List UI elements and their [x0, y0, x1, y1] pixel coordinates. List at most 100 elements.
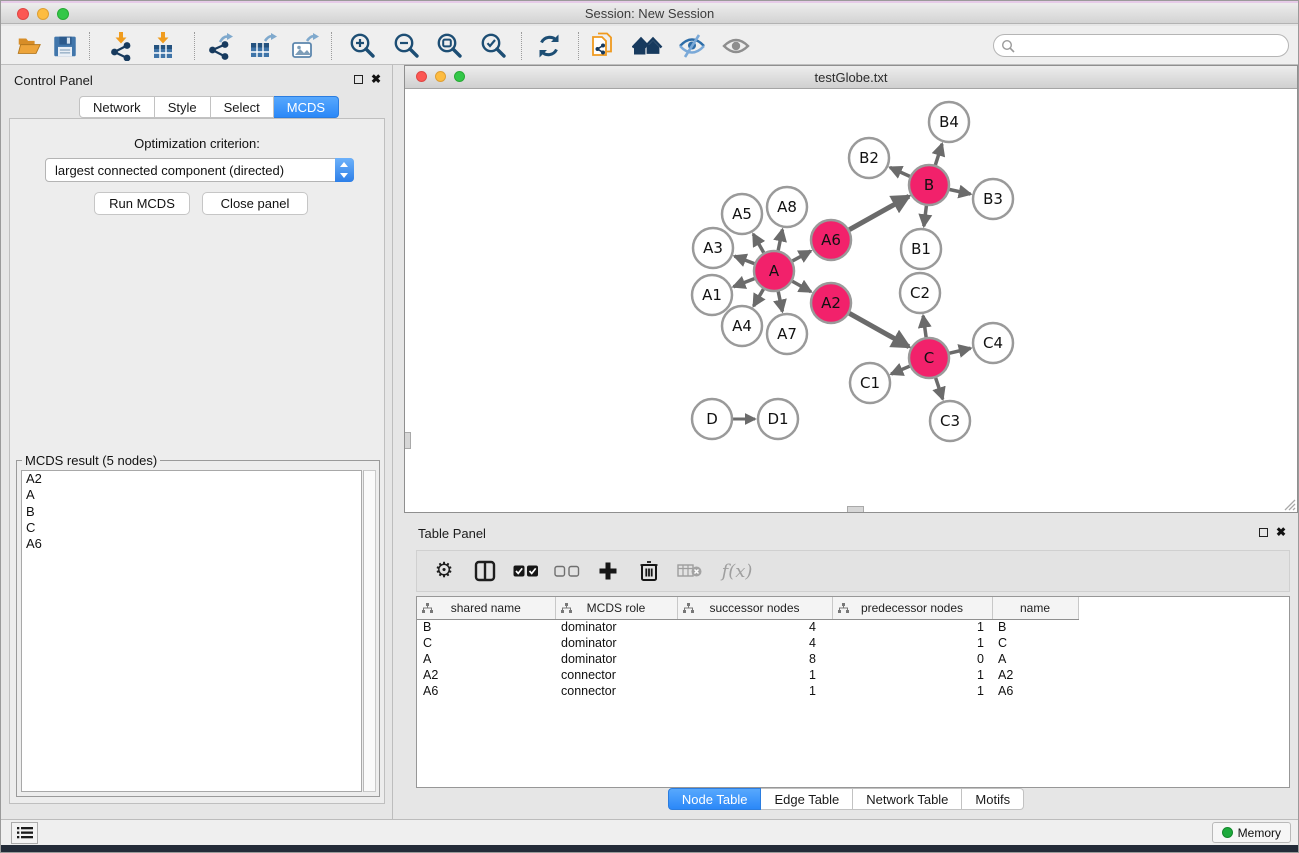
resize-grip-icon[interactable] — [1283, 498, 1296, 511]
graph-edge-A-A2[interactable] — [792, 281, 811, 291]
tab-edge-table[interactable]: Edge Table — [761, 788, 853, 810]
column-header-shared-name[interactable]: shared name — [417, 597, 555, 619]
export-image-icon[interactable] — [287, 29, 321, 63]
zoom-selected-icon[interactable] — [476, 29, 510, 63]
graph-node-B3[interactable]: B3 — [973, 179, 1013, 219]
cell-name[interactable]: A2 — [992, 667, 1078, 683]
table-row[interactable]: Bdominator41B — [417, 619, 1090, 635]
cell-shared-name[interactable]: A2 — [417, 667, 555, 683]
graph-node-C2[interactable]: C2 — [900, 273, 940, 313]
graph-node-C[interactable]: C — [909, 338, 949, 378]
cell-shared-name[interactable]: A — [417, 651, 555, 667]
graph-node-C3[interactable]: C3 — [930, 401, 970, 441]
cell-predecessor-nodes[interactable]: 1 — [832, 619, 992, 635]
graph-node-A4[interactable]: A4 — [722, 306, 762, 346]
mcds-result-item[interactable]: A2 — [22, 471, 361, 487]
graph-node-A6[interactable]: A6 — [811, 220, 851, 260]
save-session-icon[interactable] — [48, 29, 82, 63]
delete-column-icon[interactable] — [636, 558, 662, 584]
graph-node-A5[interactable]: A5 — [722, 194, 762, 234]
graph-edge-A-A5[interactable] — [753, 234, 763, 253]
mcds-result-item[interactable]: A — [22, 487, 361, 503]
cell-shared-name[interactable]: C — [417, 635, 555, 651]
zoom-fit-icon[interactable] — [432, 29, 466, 63]
graph-edge-A-A3[interactable] — [735, 256, 755, 263]
zoom-in-icon[interactable] — [345, 29, 379, 63]
tab-select[interactable]: Select — [211, 96, 274, 118]
task-history-button[interactable] — [11, 822, 38, 844]
graph-edge-B-B4[interactable] — [935, 144, 942, 165]
float-table-panel-icon[interactable] — [1259, 528, 1268, 537]
graph-node-B2[interactable]: B2 — [849, 138, 889, 178]
mcds-result-list[interactable]: A2ABCA6 — [21, 470, 362, 792]
graph-edge-A-A1[interactable] — [733, 279, 754, 287]
zoom-out-icon[interactable] — [389, 29, 423, 63]
column-selector-icon[interactable] — [472, 558, 498, 584]
select-all-columns-icon[interactable] — [513, 558, 539, 584]
graph-node-A8[interactable]: A8 — [767, 187, 807, 227]
graph-edge-C-C3[interactable] — [936, 378, 943, 399]
table-row[interactable]: A2connector11A2 — [417, 667, 1090, 683]
add-column-icon[interactable] — [595, 558, 621, 584]
graph-node-D[interactable]: D — [692, 399, 732, 439]
close-panel-icon[interactable]: ✖ — [371, 71, 381, 87]
graph-node-A1[interactable]: A1 — [692, 275, 732, 315]
tab-style[interactable]: Style — [155, 96, 211, 118]
column-header-predecessor-nodes[interactable]: predecessor nodes — [832, 597, 992, 619]
cell-predecessor-nodes[interactable]: 1 — [832, 667, 992, 683]
graph-edge-C-C4[interactable] — [949, 348, 970, 353]
cell-shared-name[interactable]: A6 — [417, 683, 555, 699]
graph-edge-C-C2[interactable] — [923, 316, 926, 337]
graph-edge-C-C1[interactable] — [891, 366, 909, 374]
graph-edge-B-B3[interactable] — [950, 189, 971, 194]
float-panel-icon[interactable] — [354, 75, 363, 84]
mcds-result-item[interactable]: C — [22, 520, 361, 536]
cell-MCDS-role[interactable]: dominator — [555, 619, 677, 635]
import-network-icon[interactable] — [104, 29, 138, 63]
settings-gear-icon[interactable]: ⚙ — [431, 558, 457, 584]
tab-mcds[interactable]: MCDS — [274, 96, 339, 118]
export-network-icon[interactable] — [202, 29, 236, 63]
mcds-result-scrollbar[interactable] — [363, 470, 376, 792]
tab-motifs[interactable]: Motifs — [962, 788, 1024, 810]
tab-node-table[interactable]: Node Table — [668, 788, 762, 810]
graph-node-D1[interactable]: D1 — [758, 399, 798, 439]
cell-successor-nodes[interactable]: 8 — [677, 651, 832, 667]
graph-node-C1[interactable]: C1 — [850, 363, 890, 403]
graph-node-A2[interactable]: A2 — [811, 283, 851, 323]
search-input[interactable] — [1018, 36, 1282, 55]
cell-predecessor-nodes[interactable]: 1 — [832, 683, 992, 699]
show-hide-graphics-icon[interactable] — [675, 29, 709, 63]
optimization-criterion-dropdown[interactable]: largest connected component (directed) — [45, 158, 354, 182]
cell-shared-name[interactable]: B — [417, 619, 555, 635]
table-row[interactable]: Adominator80A — [417, 651, 1090, 667]
graph-node-A7[interactable]: A7 — [767, 314, 807, 354]
cell-name[interactable]: B — [992, 619, 1078, 635]
column-header-MCDS-role[interactable]: MCDS role — [555, 597, 677, 619]
cell-name[interactable]: A6 — [992, 683, 1078, 699]
import-table-icon[interactable] — [146, 29, 180, 63]
graph-edge-B-B1[interactable] — [924, 206, 927, 226]
table-row[interactable]: Cdominator41C — [417, 635, 1090, 651]
run-mcds-button[interactable]: Run MCDS — [94, 192, 190, 215]
mcds-result-item[interactable]: A6 — [22, 536, 361, 552]
close-panel-button[interactable]: Close panel — [202, 192, 308, 215]
close-table-panel-icon[interactable]: ✖ — [1276, 524, 1286, 540]
cell-MCDS-role[interactable]: connector — [555, 683, 677, 699]
mcds-result-item[interactable]: B — [22, 504, 361, 520]
graph-node-A[interactable]: A — [754, 251, 794, 291]
graph-node-B4[interactable]: B4 — [929, 102, 969, 142]
cell-successor-nodes[interactable]: 4 — [677, 635, 832, 651]
column-header-name[interactable]: name — [992, 597, 1078, 619]
cell-MCDS-role[interactable]: dominator — [555, 651, 677, 667]
splitter-handle-left[interactable] — [405, 432, 411, 449]
tab-network-table[interactable]: Network Table — [853, 788, 962, 810]
graph-node-C4[interactable]: C4 — [973, 323, 1013, 363]
first-neighbors-icon[interactable] — [631, 29, 665, 63]
network-graph[interactable]: B4B2BB3A8A5A6A3B1AC2A1A2A4A7C4CC1C3DD1 — [405, 89, 1297, 512]
deselect-all-columns-icon[interactable] — [554, 558, 580, 584]
cell-predecessor-nodes[interactable]: 1 — [832, 635, 992, 651]
cell-successor-nodes[interactable]: 1 — [677, 667, 832, 683]
graph-node-B[interactable]: B — [909, 165, 949, 205]
memory-button[interactable]: Memory — [1212, 822, 1291, 843]
